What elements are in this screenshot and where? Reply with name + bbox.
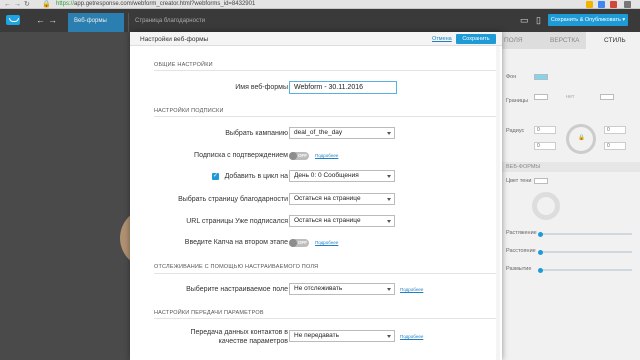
campaign-label: Выбрать кампанию xyxy=(225,130,288,137)
border-width-select[interactable] xyxy=(600,94,614,100)
app-toolbar: ← → Веб-формы Страница благодарности ▭ ▯… xyxy=(0,9,640,32)
double-optin-toggle[interactable]: OFF xyxy=(289,152,309,160)
modal-scrollbar[interactable] xyxy=(496,46,500,360)
chevron-down-icon xyxy=(387,288,391,291)
section-tracking: ОТСЛЕЖИВАНИЕ С ПОМОЩЬЮ НАСТРАИВАЕМОГО ПО… xyxy=(154,264,319,270)
cycle-checkbox[interactable]: ✓ xyxy=(212,173,219,180)
captcha-toggle[interactable]: OFF xyxy=(289,239,309,247)
already-subscribed-select[interactable]: Остаться на странице xyxy=(289,215,395,227)
forward-arrow-icon[interactable]: → xyxy=(48,15,57,25)
pass-params-label: Передача данных контактов в качестве пар… xyxy=(190,329,288,345)
section-general: ОБЩИЕ НАСТРОЙКИ xyxy=(154,62,213,68)
custom-field-label: Выберите настраиваемое поле xyxy=(186,286,288,293)
star-icon[interactable] xyxy=(586,1,593,8)
back-icon[interactable]: ← xyxy=(4,0,11,9)
lock-icon: 🔒 xyxy=(42,1,51,8)
pass-params-select[interactable]: Не передавать xyxy=(289,330,395,342)
chevron-down-icon xyxy=(387,198,391,201)
cycle-select[interactable]: День 0: 0 Сообщения xyxy=(289,170,395,182)
modal-header: Настройки веб-формы Отмена Сохранить xyxy=(130,32,502,46)
back-arrow-icon[interactable]: ← xyxy=(36,15,45,25)
double-optin-label: Подписка с подтверждением xyxy=(194,152,288,159)
shadow-color-label: Цвет тени xyxy=(506,178,532,184)
blur-label: Размытие xyxy=(506,266,532,272)
chevron-down-icon xyxy=(387,175,391,178)
modal-title: Настройки веб-формы xyxy=(140,36,209,43)
save-publish-button[interactable]: Сохранить & Опубликовать ▾ xyxy=(548,14,628,26)
border-style-select[interactable]: нет xyxy=(566,94,574,100)
distance-label: Расстояние xyxy=(506,248,536,254)
section-params: НАСТРОЙКИ ПЕРЕДАЧИ ПАРАМЕТРОВ xyxy=(154,310,264,316)
double-optin-more-link[interactable]: Подробнее xyxy=(315,153,338,158)
reload-icon[interactable]: ↻ xyxy=(24,0,30,9)
tab-thankyou-page[interactable]: Страница благодарности xyxy=(128,13,228,32)
mobile-preview-icon[interactable]: ▯ xyxy=(536,15,541,25)
spread-slider[interactable] xyxy=(540,233,632,235)
shadow-angle-dial[interactable] xyxy=(532,192,560,220)
browser-chrome: ← → ↻ 🔒 https://app.getresponse.com/webf… xyxy=(0,0,640,9)
captcha-label: Введите Капча на втором этапе xyxy=(184,239,288,246)
cycle-label: Добавить в цикл на xyxy=(224,173,288,180)
lock-icon[interactable]: 🔒 xyxy=(578,135,585,141)
tab-layout[interactable]: ВЕРСТКА xyxy=(550,37,580,44)
radius-label: Радиус xyxy=(506,128,525,134)
chevron-down-icon xyxy=(387,335,391,338)
chevron-down-icon xyxy=(387,220,391,223)
radius-top-right-input[interactable]: 0 xyxy=(604,126,626,134)
blur-slider[interactable] xyxy=(540,269,632,271)
captcha-more-link[interactable]: Подробнее xyxy=(315,240,338,245)
extension-icon[interactable] xyxy=(598,1,605,8)
menu-icon[interactable] xyxy=(624,1,631,8)
address-bar[interactable]: https://app.getresponse.com/webform_crea… xyxy=(56,1,255,8)
panel-tabs: ПОЛЯ ВЕРСТКА СТИЛЬ xyxy=(500,32,640,49)
cancel-link[interactable]: Отмена xyxy=(432,36,452,42)
properties-panel: ПОЛЯ ВЕРСТКА СТИЛЬ Фон Границы нет Радиу… xyxy=(500,32,640,360)
radius-bottom-left-input[interactable]: 0 xyxy=(534,142,556,150)
already-subscribed-label: URL страницы Уже подписался xyxy=(186,218,288,225)
custom-field-select[interactable]: Не отслеживать xyxy=(289,283,395,295)
thankyou-select[interactable]: Остаться на странице xyxy=(289,193,395,205)
radius-top-left-input[interactable]: 0 xyxy=(534,126,556,134)
spread-label: Растяжение xyxy=(506,230,537,236)
webform-name-input[interactable]: Webform - 30.11.2016 xyxy=(289,81,397,94)
tab-style[interactable]: СТИЛЬ xyxy=(604,37,626,44)
custom-field-more-link[interactable]: Подробнее xyxy=(400,287,423,292)
forward-icon[interactable]: → xyxy=(14,0,21,9)
shadow-color-swatch[interactable] xyxy=(534,178,548,184)
border-label: Границы xyxy=(506,98,528,104)
distance-slider-handle[interactable] xyxy=(538,250,543,255)
thankyou-label: Выбрать страницу благодарности xyxy=(178,196,288,203)
pass-params-more-link[interactable]: Подробнее xyxy=(400,334,423,339)
campaign-select[interactable]: deal_of_the_day xyxy=(289,127,395,139)
webform-name-label: Имя веб-формы xyxy=(235,84,288,91)
border-color-swatch[interactable] xyxy=(534,94,548,100)
bg-label: Фон xyxy=(506,74,517,80)
chevron-down-icon xyxy=(387,132,391,135)
distance-slider[interactable] xyxy=(540,251,632,253)
section-subscription: НАСТРОЙКИ ПОДПИСКИ xyxy=(154,108,224,114)
radius-bottom-right-input[interactable]: 0 xyxy=(604,142,626,150)
desktop-preview-icon[interactable]: ▭ xyxy=(520,15,529,25)
section-webform: ВЕБ-ФОРМЫ xyxy=(500,162,640,172)
getresponse-logo-icon[interactable] xyxy=(6,15,20,25)
tab-fields[interactable]: ПОЛЯ xyxy=(504,37,523,44)
extension-icon[interactable] xyxy=(610,1,617,8)
bg-color-swatch[interactable] xyxy=(534,74,548,80)
webform-settings-modal: Настройки веб-формы Отмена Сохранить ОБЩ… xyxy=(130,32,502,360)
tab-webform[interactable]: Веб-формы xyxy=(68,13,124,32)
blur-slider-handle[interactable] xyxy=(538,268,543,273)
spread-slider-handle[interactable] xyxy=(538,232,543,237)
save-button[interactable]: Сохранить xyxy=(456,34,496,44)
